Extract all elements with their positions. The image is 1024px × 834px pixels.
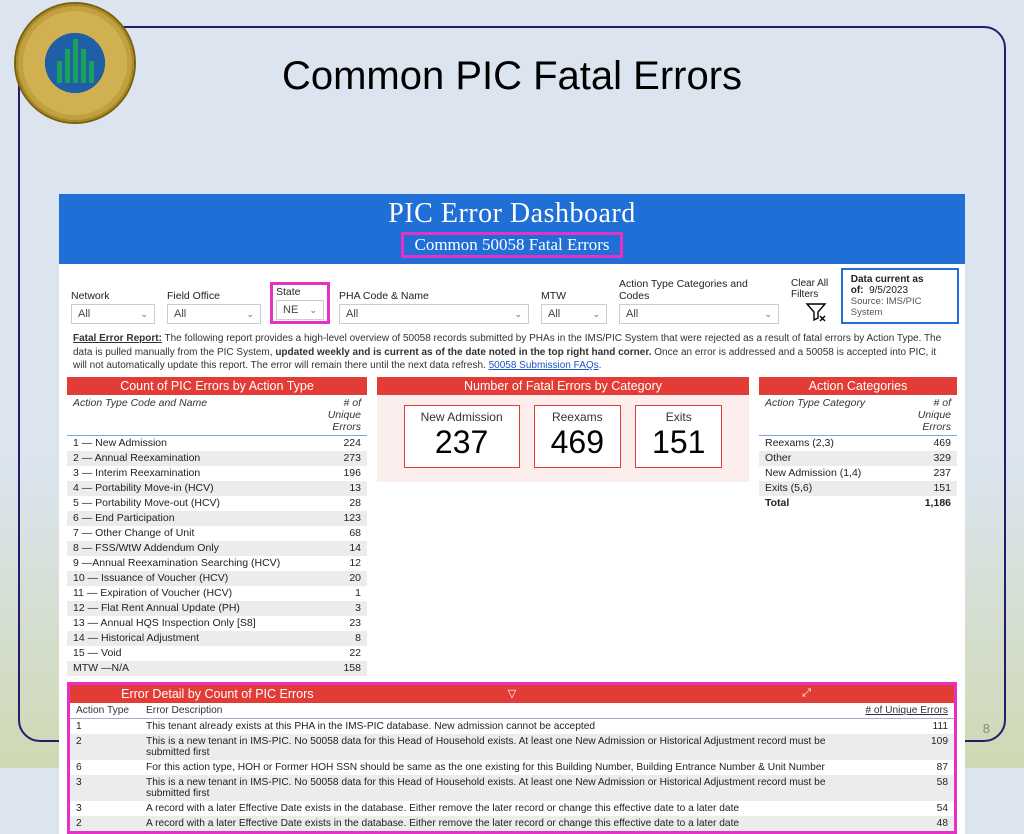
table-row: Other329: [759, 451, 957, 466]
total-row: Total1,186: [759, 496, 957, 511]
left-col1-header: Action Type Code and Name: [73, 397, 313, 433]
table-row: 5 — Portability Move-out (HCV)28: [67, 496, 367, 511]
metric-card: New Admission237: [404, 405, 520, 468]
right-col2-header: # of Unique Errors: [903, 397, 951, 433]
right-header: Action Categories: [759, 377, 957, 395]
filter-field-office-select[interactable]: All⌄: [167, 304, 261, 324]
filter-state-select[interactable]: NE⌄: [276, 300, 324, 320]
table-row: 11 — Expiration of Voucher (HCV)1: [67, 586, 367, 601]
metric-card: Exits151: [635, 405, 722, 468]
detail-col-count: # of Unique Errors: [838, 705, 948, 716]
clear-filters-label: Clear All Filters: [791, 278, 841, 300]
table-row: 13 — Annual HQS Inspection Only [S8]23: [67, 616, 367, 631]
table-row: 7 — Other Change of Unit68: [67, 526, 367, 541]
table-row: 6For this action type, HOH or Former HOH…: [70, 760, 954, 775]
slide-title: Common PIC Fatal Errors: [0, 54, 1024, 99]
filter-field-office-label: Field Office: [167, 290, 261, 302]
filter-mtw-select[interactable]: All⌄: [541, 304, 607, 324]
table-row: 3A record with a later Effective Date ex…: [70, 801, 954, 816]
filter-icon[interactable]: ▽: [365, 687, 660, 700]
table-row: 1 — New Admission224: [67, 436, 367, 451]
data-current-stamp: Data current as of: 9/5/2023 Source: IMS…: [841, 268, 959, 324]
report-note: Fatal Error Report: The following report…: [59, 326, 965, 377]
filter-mtw: MTW All⌄: [535, 290, 613, 324]
table-row: 8 — FSS/WtW Addendum Only14: [67, 541, 367, 556]
filter-state-highlight: State NE⌄: [270, 282, 330, 324]
error-detail-table: Error Detail by Count of PIC Errors ▽ ⤢ …: [67, 682, 957, 834]
table-row: 9 —Annual Reexamination Searching (HCV)1…: [67, 556, 367, 571]
left-header: Count of PIC Errors by Action Type: [67, 377, 367, 395]
table-row: 1This tenant already exists at this PHA …: [70, 719, 954, 734]
faqs-link[interactable]: 50058 Submission FAQs: [489, 360, 599, 371]
dashboard-subtitle: Common 50058 Fatal Errors: [401, 232, 622, 258]
table-row: 3 — Interim Reexamination196: [67, 466, 367, 481]
action-type-table: Count of PIC Errors by Action Type Actio…: [67, 377, 367, 676]
funnel-clear-icon: [804, 300, 828, 324]
table-row: 6 — End Participation123: [67, 511, 367, 526]
clear-all-filters-button[interactable]: Clear All Filters: [791, 278, 841, 324]
table-row: 4 — Portability Move-in (HCV)13: [67, 481, 367, 496]
filter-action-type-select[interactable]: All⌄: [619, 304, 779, 324]
filter-action-type: Action Type Categories and Codes All⌄: [613, 278, 785, 324]
table-row: New Admission (1,4)237: [759, 466, 957, 481]
table-row: 2 — Annual Reexamination273: [67, 451, 367, 466]
table-row: 14 — Historical Adjustment8: [67, 631, 367, 646]
category-metrics: Number of Fatal Errors by Category New A…: [377, 377, 749, 676]
filter-pha: PHA Code & Name All⌄: [333, 290, 535, 324]
dashboard-title: PIC Error Dashboard: [59, 198, 965, 230]
report-note-label: Fatal Error Report:: [73, 333, 162, 344]
filter-mtw-label: MTW: [541, 290, 607, 302]
chevron-down-icon: ⌄: [764, 309, 772, 320]
right-col1-header: Action Type Category: [765, 397, 903, 433]
table-row: 15 — Void22: [67, 646, 367, 661]
stamp-date: 9/5/2023: [869, 285, 908, 296]
filter-pha-select[interactable]: All⌄: [339, 304, 529, 324]
chevron-down-icon: ⌄: [309, 305, 317, 316]
filter-field-office: Field Office All⌄: [161, 290, 267, 324]
detail-col-desc: Error Description: [146, 705, 838, 716]
page-number: 8: [983, 721, 990, 736]
table-row: 10 — Issuance of Voucher (HCV)20: [67, 571, 367, 586]
detail-header: Error Detail by Count of PIC Errors ▽ ⤢: [70, 685, 954, 703]
table-row: MTW —N/A158: [67, 661, 367, 676]
chevron-down-icon: ⌄: [140, 309, 148, 320]
table-row: Reexams (2,3)469: [759, 436, 957, 451]
chevron-down-icon: ⌄: [246, 309, 254, 320]
dashboard-screenshot: PIC Error Dashboard Common 50058 Fatal E…: [59, 194, 965, 834]
mid-header: Number of Fatal Errors by Category: [377, 377, 749, 395]
table-row: 12 — Flat Rent Annual Update (PH)3: [67, 601, 367, 616]
chevron-down-icon: ⌄: [592, 309, 600, 320]
filter-action-type-label: Action Type Categories and Codes: [619, 278, 779, 302]
left-col2-header: # of Unique Errors: [313, 397, 361, 433]
action-categories-table: Action Categories Action Type Category# …: [759, 377, 957, 676]
expand-icon[interactable]: ⤢: [659, 687, 954, 700]
table-row: Exits (5,6)151: [759, 481, 957, 496]
table-row: 2This is a new tenant in IMS-PIC. No 500…: [70, 734, 954, 760]
filter-network: Network All⌄: [65, 290, 161, 324]
table-row: 2A record with a later Effective Date ex…: [70, 816, 954, 831]
filter-network-label: Network: [71, 290, 155, 302]
filter-state-label: State: [276, 286, 324, 298]
filter-network-select[interactable]: All⌄: [71, 304, 155, 324]
filter-pha-label: PHA Code & Name: [339, 290, 529, 302]
metric-card: Reexams469: [534, 405, 621, 468]
detail-col-action: Action Type: [76, 705, 146, 716]
stamp-source: Source: IMS/PIC System: [851, 296, 949, 318]
dashboard-banner: PIC Error Dashboard Common 50058 Fatal E…: [59, 194, 965, 264]
filter-bar: Network All⌄ Field Office All⌄ State NE⌄…: [59, 264, 965, 326]
chevron-down-icon: ⌄: [514, 309, 522, 320]
table-row: 3This is a new tenant in IMS-PIC. No 500…: [70, 775, 954, 801]
